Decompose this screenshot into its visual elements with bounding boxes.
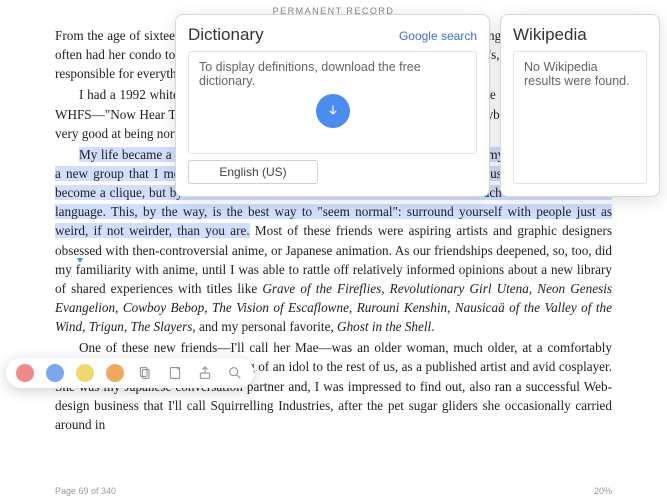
- note-icon: [167, 365, 183, 381]
- annotation-toolbar: [6, 358, 254, 388]
- highlight-blue-button[interactable]: [46, 364, 64, 382]
- wikipedia-card: Wikipedia No Wikipedia results were foun…: [500, 14, 660, 197]
- language-select[interactable]: English (US): [188, 160, 318, 184]
- highlight-yellow-button[interactable]: [76, 364, 94, 382]
- text: .: [431, 319, 434, 334]
- dictionary-title: Dictionary: [188, 25, 264, 45]
- text: , and my personal favorite,: [192, 319, 337, 334]
- progress-percent: 20%: [594, 486, 612, 496]
- copy-button[interactable]: [136, 364, 154, 382]
- highlight-red-button[interactable]: [16, 364, 34, 382]
- dictionary-body: To display definitions, download the fre…: [188, 51, 477, 154]
- highlight-orange-button[interactable]: [106, 364, 124, 382]
- dictionary-card: Dictionary Google search To display defi…: [175, 14, 490, 197]
- dictionary-message: To display definitions, download the fre…: [199, 60, 421, 88]
- footer: Page 69 of 340 20%: [0, 486, 667, 496]
- copy-icon: [137, 365, 153, 381]
- download-icon: [326, 104, 340, 118]
- italic-title: Ghost in the Shell: [337, 319, 431, 334]
- search-button[interactable]: [226, 364, 244, 382]
- wikipedia-body: No Wikipedia results were found.: [513, 51, 647, 184]
- download-dictionary-button[interactable]: [316, 94, 350, 128]
- wikipedia-message: No Wikipedia results were found.: [524, 60, 630, 88]
- wikipedia-title: Wikipedia: [513, 25, 587, 45]
- page-indicator: Page 69 of 340: [55, 486, 116, 496]
- google-search-link[interactable]: Google search: [399, 29, 477, 43]
- search-icon: [227, 365, 243, 381]
- share-icon: [197, 365, 213, 381]
- share-button[interactable]: [196, 364, 214, 382]
- selection-handle-icon[interactable]: [77, 258, 83, 263]
- note-button[interactable]: [166, 364, 184, 382]
